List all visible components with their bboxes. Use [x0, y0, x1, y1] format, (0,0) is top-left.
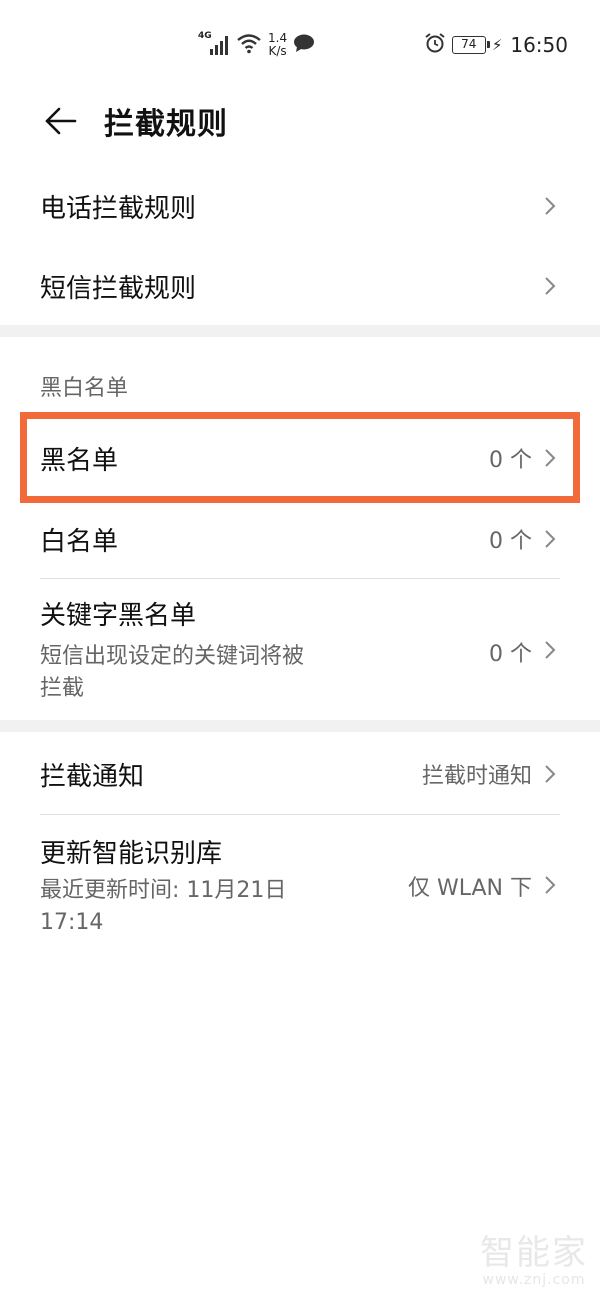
- status-bar: 4G 1.4 K/s 74 ⚡ 16:50: [0, 0, 600, 90]
- update-library-row[interactable]: 更新智能识别库 最近更新时间: 11月21日 17:14 仅 WLAN 下: [0, 815, 600, 955]
- status-left: 4G 1.4 K/s: [198, 28, 315, 62]
- speed-unit: K/s: [268, 44, 287, 58]
- alarm-icon: [424, 32, 446, 58]
- page-title: 拦截规则: [104, 107, 228, 142]
- signal-icon: 4G: [198, 31, 230, 57]
- charging-icon: ⚡: [491, 36, 503, 54]
- keyword-blacklist-count: 0 个: [489, 642, 532, 667]
- update-time-line1: 最近更新时间: 11月21日: [40, 878, 287, 903]
- update-time-line2: 17:14: [40, 910, 104, 935]
- watermark: 智能家 www.znj.com: [480, 1234, 588, 1288]
- chevron-right-icon: [542, 447, 558, 469]
- section-label-lists: 黑白名单: [40, 376, 129, 401]
- clock: 16:50: [510, 33, 568, 57]
- network-speed: 1.4 K/s: [268, 32, 287, 58]
- back-arrow-icon: [45, 107, 77, 135]
- watermark-brand: 智能家: [480, 1233, 588, 1273]
- blacklist-row[interactable]: 黑名单 0 个: [0, 418, 600, 498]
- sms-rules-row[interactable]: 短信拦截规则: [0, 246, 600, 326]
- sms-rules-label: 短信拦截规则: [40, 273, 197, 304]
- header: 拦截规则: [0, 90, 600, 152]
- update-library-label: 更新智能识别库: [40, 839, 223, 869]
- watermark-url: www.znj.com: [482, 1272, 586, 1288]
- chevron-right-icon: [542, 275, 558, 297]
- whitelist-label: 白名单: [40, 526, 119, 557]
- intercept-notify-value: 拦截时通知: [421, 764, 532, 789]
- battery-icon: 74: [451, 36, 490, 54]
- update-library-value: 仅 WLAN 下: [407, 876, 532, 901]
- status-right: 74 ⚡ 16:50: [424, 28, 568, 62]
- whitelist-row[interactable]: 白名单 0 个: [0, 499, 600, 579]
- chevron-right-icon: [542, 528, 558, 550]
- chevron-right-icon: [542, 874, 558, 896]
- keyword-blacklist-label: 关键字黑名单: [40, 601, 197, 631]
- phone-rules-label: 电话拦截规则: [40, 193, 197, 224]
- intercept-notify-row[interactable]: 拦截通知 拦截时通知: [0, 734, 600, 814]
- keyword-blacklist-desc-line1: 短信出现设定的关键词将被: [40, 644, 305, 669]
- blacklist-label: 黑名单: [40, 445, 119, 476]
- section-gap: [0, 720, 600, 732]
- keyword-blacklist-desc-line2: 拦截: [40, 676, 85, 701]
- back-button[interactable]: [40, 101, 80, 141]
- keyword-blacklist-row[interactable]: 关键字黑名单 短信出现设定的关键词将被 拦截 0 个: [0, 579, 600, 719]
- chevron-right-icon: [542, 763, 558, 785]
- message-icon: [293, 33, 315, 57]
- section-gap: [0, 325, 600, 337]
- whitelist-count: 0 个: [489, 529, 532, 554]
- wifi-icon: [236, 32, 262, 58]
- blacklist-count: 0 个: [489, 448, 532, 473]
- phone-rules-row[interactable]: 电话拦截规则: [0, 166, 600, 246]
- intercept-notify-label: 拦截通知: [40, 761, 145, 792]
- chevron-right-icon: [542, 195, 558, 217]
- chevron-right-icon: [542, 639, 558, 661]
